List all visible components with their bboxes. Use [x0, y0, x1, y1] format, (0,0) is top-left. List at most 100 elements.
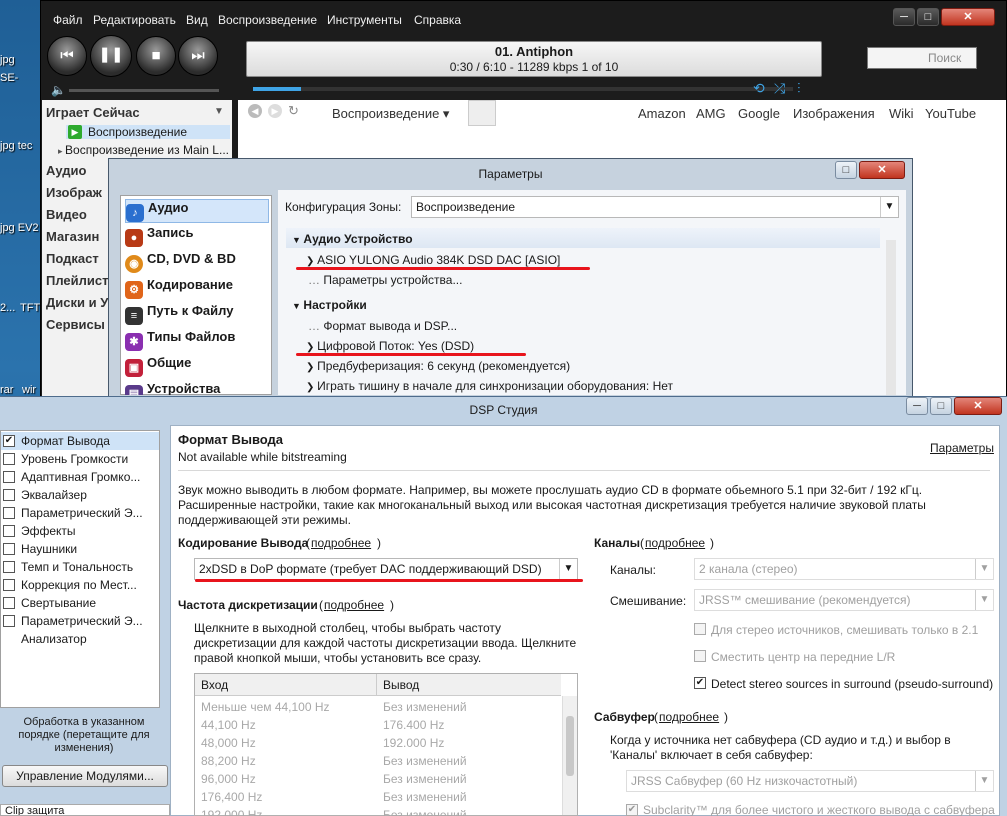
tree-cat-playlists[interactable]: Плейлист — [46, 273, 109, 288]
module-effects[interactable]: Эффекты — [1, 522, 159, 540]
tree-cat-images[interactable]: Изображ — [46, 185, 102, 200]
silence-row[interactable]: ❯ Играть тишину в начале для синхронизац… — [306, 379, 673, 393]
bitstream-row[interactable]: ❯ Цифровой Поток: Yes (DSD) — [306, 339, 474, 353]
desktop-icon-label[interactable]: 2... — [0, 302, 15, 314]
refresh-icon[interactable]: ↻ — [288, 103, 299, 119]
desktop-icon-label[interactable]: jpg — [0, 54, 15, 66]
tree-cat-store[interactable]: Магазин — [46, 229, 99, 244]
tree-cat-video[interactable]: Видео — [46, 207, 87, 222]
module-analyzer[interactable]: Анализатор — [1, 630, 159, 648]
encoding-more-link[interactable]: подробнее — [311, 536, 371, 550]
zone-select[interactable]: Воспроизведение ▼ — [411, 196, 899, 218]
volume-icon[interactable]: 🔈 — [51, 83, 66, 97]
checkbox[interactable] — [3, 615, 15, 627]
scrollbar[interactable] — [886, 240, 896, 395]
parameters-link[interactable]: Параметры — [930, 441, 994, 455]
table-cell-output[interactable]: Без изменений — [383, 790, 467, 804]
device-params-row[interactable]: … Параметры устройства... — [308, 273, 462, 287]
encoding-select[interactable]: 2xDSD в DoP формате (требует DAC поддерж… — [194, 558, 578, 580]
mixing-select[interactable]: JRSS™ смешивание (рекомендуется) ▼ — [694, 589, 994, 611]
tree-cat-podcasts[interactable]: Подкаст — [46, 251, 99, 266]
desktop-icon-label[interactable]: rar — [0, 384, 13, 396]
close-button[interactable]: ✕ — [859, 161, 905, 179]
column-header-input[interactable]: Вход — [195, 674, 377, 696]
chevron-down-icon[interactable]: ▼ — [214, 106, 224, 117]
subwoofer-more-link[interactable]: подробнее — [659, 710, 719, 724]
checkbox[interactable] — [3, 579, 15, 591]
nav-file-types[interactable]: ✱ Типы Файлов — [125, 329, 269, 353]
output-format-row[interactable]: … Формат вывода и DSP... — [308, 319, 457, 333]
next-icon[interactable]: ⏭ — [178, 36, 218, 76]
section-audio-device[interactable]: ▼ Аудио Устройство — [292, 232, 413, 246]
maximize-button[interactable]: □ — [835, 161, 857, 179]
minimize-button[interactable]: ─ — [893, 8, 915, 26]
tab-playback[interactable]: Воспроизведение ▾ — [332, 106, 449, 122]
prebuffering-row[interactable]: ❯ Предбуферизация: 6 секунд (рекомендует… — [306, 359, 570, 373]
menu-help[interactable]: Справка — [414, 13, 461, 27]
menu-playback[interactable]: Воспроизведение — [218, 13, 317, 27]
module-room-correction[interactable]: Коррекция по Мест... — [1, 576, 159, 594]
pause-icon[interactable]: ❚❚ — [90, 35, 132, 77]
table-cell-output[interactable]: Без изменений — [383, 772, 467, 786]
module-parametric-eq[interactable]: Параметрический Э... — [1, 504, 159, 522]
module-equalizer[interactable]: Эквалайзер — [1, 486, 159, 504]
module-volume[interactable]: Уровень Громкости — [1, 450, 159, 468]
desktop-icon-label[interactable]: jpg EV2 — [0, 222, 39, 234]
checkbox[interactable] — [3, 489, 15, 501]
nav-general[interactable]: ▣ Общие — [125, 355, 269, 379]
module-parametric-eq-2[interactable]: Параметрический Э... — [1, 612, 159, 630]
search-input[interactable]: Поиск — [867, 47, 977, 69]
seek-bar[interactable] — [253, 87, 793, 91]
nav-file-path[interactable]: ≡ Путь к Файлу — [125, 303, 269, 327]
menu-file[interactable]: Файл — [53, 13, 83, 27]
menu-tools[interactable]: Инструменты — [327, 13, 402, 27]
module-output-format[interactable]: ✔ Формат Вывода — [1, 432, 159, 450]
desktop-icon-label[interactable]: SE- — [0, 72, 18, 84]
desktop-icon-label[interactable]: TFT — [20, 302, 40, 314]
link-youtube[interactable]: YouTube — [925, 106, 976, 121]
maximize-button[interactable]: □ — [917, 8, 939, 26]
module-adaptive-volume[interactable]: Адаптивная Громко... — [1, 468, 159, 486]
maximize-button[interactable]: □ — [930, 397, 952, 415]
tree-cat-discs[interactable]: Диски и У — [46, 295, 108, 310]
column-header-output[interactable]: Вывод — [377, 674, 561, 696]
checkbox[interactable] — [3, 561, 15, 573]
table-cell-output[interactable]: Без изменений — [383, 700, 467, 714]
link-google[interactable]: Google — [738, 106, 780, 121]
menu-view[interactable]: Вид — [186, 13, 208, 27]
tree-item-playback[interactable]: ▶ Воспроизведение — [66, 125, 230, 139]
desktop-icon-label[interactable]: wir — [22, 384, 36, 396]
desktop-icon-label[interactable]: jpg tec — [0, 140, 32, 152]
back-icon[interactable]: ◀ — [248, 104, 262, 118]
checkbox[interactable] — [3, 507, 15, 519]
previous-icon[interactable]: ⏮ — [47, 36, 87, 76]
now-playing-header[interactable]: Играет Сейчас — [46, 105, 140, 120]
samplerate-more-link[interactable]: подробнее — [324, 598, 384, 612]
tree-cat-audio[interactable]: Аудио — [46, 163, 86, 178]
device-row[interactable]: ❯ ASIO YULONG Audio 384K DSD DAC [ASIO] — [306, 253, 560, 267]
subclarity-checkbox[interactable]: ✔ — [626, 804, 638, 816]
table-cell-output[interactable]: Без изменений — [383, 754, 467, 768]
volume-slider[interactable] — [69, 89, 219, 92]
checkbox[interactable] — [3, 543, 15, 555]
section-settings[interactable]: ▼ Настройки — [292, 298, 367, 312]
checkbox[interactable] — [3, 453, 15, 465]
subwoofer-select[interactable]: JRSS Сабвуфер (60 Hz низкочастотный) ▼ — [626, 770, 994, 792]
link-amg[interactable]: AMG — [696, 106, 726, 121]
link-wiki[interactable]: Wiki — [889, 106, 914, 121]
scrollbar[interactable] — [562, 696, 577, 815]
clip-protection-row[interactable]: Clip защита — [0, 804, 170, 816]
channels-select[interactable]: 2 канала (стерео) ▼ — [694, 558, 994, 580]
checkbox[interactable] — [3, 471, 15, 483]
nav-encoding[interactable]: ⚙ Кодирование — [125, 277, 269, 301]
module-tempo-pitch[interactable]: Темп и Тональность — [1, 558, 159, 576]
checkbox[interactable]: ✔ — [3, 435, 15, 447]
tree-item-from-main[interactable]: ▸ Воспроизведение из Main L... — [58, 143, 229, 157]
tree-cat-services[interactable]: Сервисы — [46, 317, 105, 332]
center-checkbox[interactable] — [694, 650, 706, 662]
manage-modules-button[interactable]: Управление Модулями... — [2, 765, 168, 787]
minimize-button[interactable]: ─ — [906, 397, 928, 415]
module-headphones[interactable]: Наушники — [1, 540, 159, 558]
scrollbar-thumb[interactable] — [566, 716, 574, 776]
shuffle-icon[interactable]: ⤮ — [774, 80, 785, 97]
